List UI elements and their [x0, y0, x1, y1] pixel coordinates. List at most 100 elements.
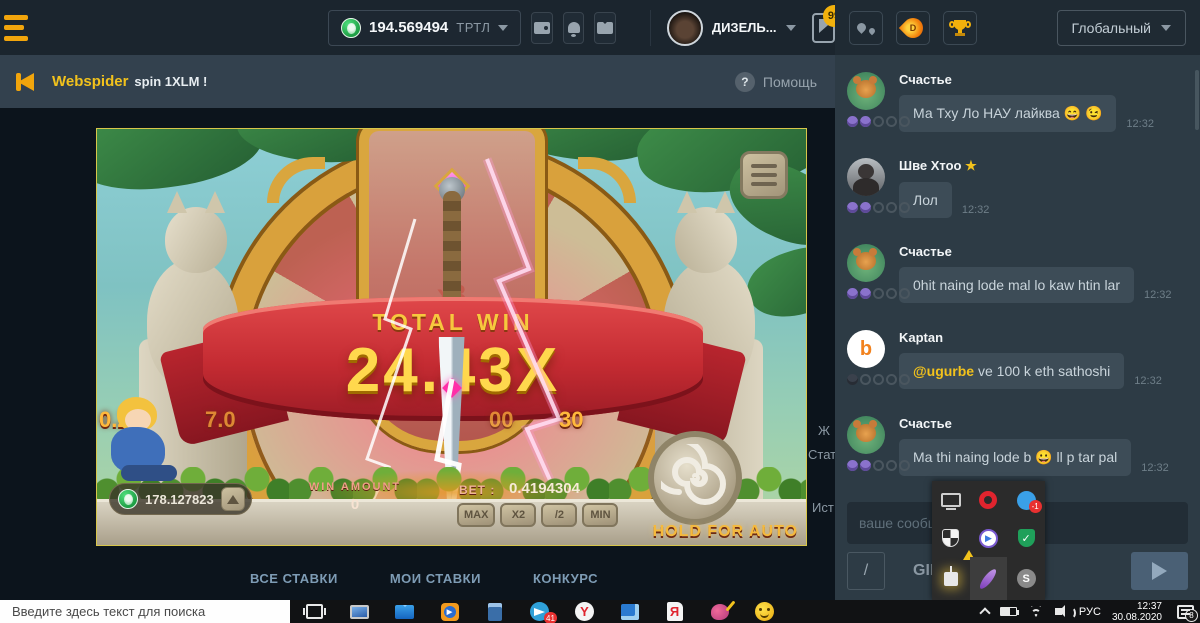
tab-1[interactable]: МОИ СТАВКИ — [390, 571, 481, 586]
chat-toggle-button[interactable]: 99 — [812, 13, 835, 43]
taskbar-task-view-icon[interactable] — [304, 602, 325, 621]
chat-username[interactable]: Kaptan — [899, 330, 1188, 345]
profile-menu[interactable]: ДИЗЕЛЬ... — [650, 10, 796, 46]
windows-taskbar: Введите здесь текст для поиска ▶ 41 Y Я РУС… — [0, 600, 1200, 623]
wallet-button[interactable] — [531, 12, 552, 44]
chat-username[interactable]: Счастье — [899, 244, 1188, 259]
taskbar-media-player-icon[interactable]: ▶ — [439, 602, 460, 621]
slash-command-button[interactable]: / — [847, 552, 885, 590]
tournament-button[interactable] — [943, 11, 977, 45]
bet-max-button[interactable]: MAX — [457, 503, 495, 527]
monitor-tray-icon[interactable] — [932, 481, 970, 519]
antivirus-tray-icon[interactable]: ✓ — [1007, 519, 1045, 557]
taskbar-paint-icon[interactable] — [709, 602, 730, 621]
medal-icon — [860, 374, 871, 385]
chat-avatar[interactable] — [847, 416, 885, 454]
notifications-button[interactable] — [563, 12, 584, 44]
win-amount-value: 0 — [295, 496, 415, 513]
taskbar-smiley-icon[interactable] — [754, 602, 775, 621]
opera-tray-icon[interactable] — [970, 481, 1008, 519]
transmitter-tray-icon[interactable] — [932, 557, 970, 600]
rain-button[interactable] — [849, 11, 883, 45]
chat-username[interactable]: Шве Хтоо ★ — [899, 158, 1188, 174]
chat-username[interactable]: Счастье — [899, 72, 1188, 87]
taskbar-photos-icon[interactable] — [619, 602, 640, 621]
taskbar-apps: ▶ 41 Y Я — [304, 602, 775, 621]
user-level-badges — [847, 288, 917, 299]
mention[interactable]: @ugurbe — [913, 363, 974, 379]
hamburger-menu-icon[interactable] — [2, 11, 30, 45]
wifi-icon[interactable] — [1028, 606, 1044, 617]
tab-0[interactable]: ВСЕ СТАВКИ — [250, 571, 338, 586]
game-menu-button[interactable] — [740, 151, 788, 199]
taskbar-yandex-browser-icon[interactable]: Y — [574, 602, 595, 621]
chat-avatar[interactable]: b — [847, 330, 885, 368]
volume-icon[interactable] — [1055, 608, 1062, 615]
defender-tray-icon[interactable] — [932, 519, 970, 557]
bet-buttons: MAXX2/2MIN — [457, 503, 618, 527]
medal-icon — [886, 374, 897, 385]
chat-timestamp: 12:32 — [1144, 289, 1172, 303]
send-arrow-icon — [1152, 562, 1167, 580]
player-tray-icon[interactable]: ▶ — [970, 519, 1008, 557]
announcement-username: Webspider — [52, 73, 128, 90]
medal-icon — [899, 288, 910, 299]
hold-for-auto-label: HOLD FOR AUTO — [653, 523, 798, 541]
balance-selector[interactable]: 194.569494 ТРТЛ — [328, 10, 521, 46]
taskbar-clock[interactable]: 12:37 30.08.2020 — [1112, 601, 1162, 623]
taskbar-mail-icon[interactable] — [394, 602, 415, 621]
send-message-button[interactable] — [1131, 552, 1188, 590]
medal-icon — [899, 116, 910, 127]
chat-avatar[interactable] — [847, 72, 885, 110]
language-indicator[interactable]: РУС — [1079, 606, 1101, 618]
user-level-badges — [847, 202, 917, 213]
chat-username[interactable]: Счастье — [899, 416, 1188, 431]
help-button[interactable]: ? Помощь — [735, 72, 817, 92]
tab-2[interactable]: КОНКУРС — [533, 571, 598, 586]
slot-game-frame: x5 x20 x50 x2 — [96, 128, 807, 546]
chat-bubble: 0hit naing lode mal lo kaw htin lar — [899, 267, 1134, 303]
chat-bubble: Ma thi naing lode b 😀 ll p tar pal — [899, 439, 1131, 476]
chat-channel-selector[interactable]: Глобальный — [1057, 10, 1186, 46]
bet-label: BET : — [459, 483, 495, 497]
chat-scrollbar[interactable] — [1195, 70, 1199, 130]
rain-icon — [855, 21, 868, 34]
medal-icon — [899, 202, 910, 213]
bets-tabs: ВСЕ СТАВКИ МОИ СТАВКИ КОНКУРС — [250, 571, 598, 586]
bet-x2-button[interactable]: X2 — [500, 503, 536, 527]
chat-message: Счастье 0hit naing lode mal lo kaw htin … — [835, 234, 1200, 320]
chat-avatar[interactable] — [847, 158, 885, 196]
medal-icon — [886, 202, 897, 213]
chat-message: b Kaptan @ugurbe ve 100 k eth sathoshi 1… — [835, 320, 1200, 406]
medal-icon — [886, 460, 897, 471]
channel-name: Глобальный — [1072, 20, 1151, 36]
profile-username: ДИЗЕЛЬ... — [712, 20, 777, 35]
taskbar-explorer-icon[interactable] — [349, 602, 370, 621]
feather-tray-icon[interactable] — [970, 557, 1008, 600]
side-label: Ж — [818, 423, 830, 438]
spin-button[interactable] — [648, 431, 742, 525]
battery-icon[interactable] — [1000, 607, 1017, 616]
action-center-icon[interactable]: 8 — [1177, 605, 1194, 619]
trophy-icon — [951, 20, 969, 36]
taskbar-telegram-icon[interactable]: 41 — [529, 602, 550, 621]
chevron-down-icon — [1161, 25, 1171, 31]
blue-app-tray-icon[interactable]: -1 — [1007, 481, 1045, 519]
tray-expand-icon[interactable] — [979, 607, 990, 618]
taskbar-search-input[interactable]: Введите здесь текст для поиска — [0, 600, 290, 623]
taskbar-yandex-icon[interactable]: Я — [664, 602, 685, 621]
messages-button[interactable] — [594, 12, 615, 44]
hot-games-button[interactable]: D — [896, 11, 930, 45]
deposit-button[interactable] — [221, 487, 245, 511]
bet-min-button[interactable]: MIN — [582, 503, 618, 527]
chat-message: Счастье Ма Тху Ло НАУ лайква 😄 😉 12:32 — [835, 62, 1200, 148]
bet-div2-button[interactable]: /2 — [541, 503, 577, 527]
medal-icon — [873, 202, 884, 213]
chat-avatar[interactable] — [847, 244, 885, 282]
top-bar: 194.569494 ТРТЛ ДИЗЕЛЬ... 99 — [0, 0, 835, 55]
megaphone-icon — [18, 73, 34, 91]
medal-icon — [886, 116, 897, 127]
win-amount-display: WIN AMOUNT 0 — [295, 481, 415, 513]
skype-tray-icon[interactable]: S — [1007, 557, 1045, 600]
taskbar-calculator-icon[interactable] — [484, 602, 505, 621]
